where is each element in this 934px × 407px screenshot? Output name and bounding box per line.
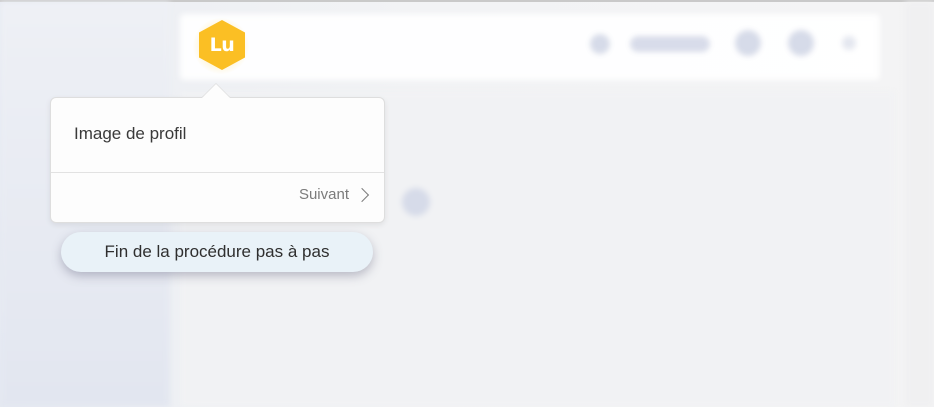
end-tour-button[interactable]: Fin de la procédure pas à pas	[61, 232, 373, 272]
tour-popover: Image de profil Suivant	[50, 97, 385, 223]
avatar-initials: Lu	[209, 34, 235, 56]
popover-title: Image de profil	[74, 124, 187, 143]
next-button[interactable]: Suivant	[299, 186, 370, 203]
background-icon	[590, 34, 610, 54]
background-header	[180, 14, 880, 80]
background-right-edge	[905, 2, 934, 407]
end-tour-button-label: Fin de la procédure pas à pas	[104, 242, 330, 261]
background-icon	[788, 30, 814, 56]
background-icon	[842, 36, 856, 50]
background-icon	[735, 30, 761, 56]
background-text-placeholder	[630, 36, 710, 52]
popover-divider	[51, 172, 384, 173]
background-icon	[402, 188, 430, 216]
popover-arrow	[202, 84, 230, 98]
next-button-label: Suivant	[298, 186, 349, 203]
chevron-right-icon	[354, 187, 370, 202]
